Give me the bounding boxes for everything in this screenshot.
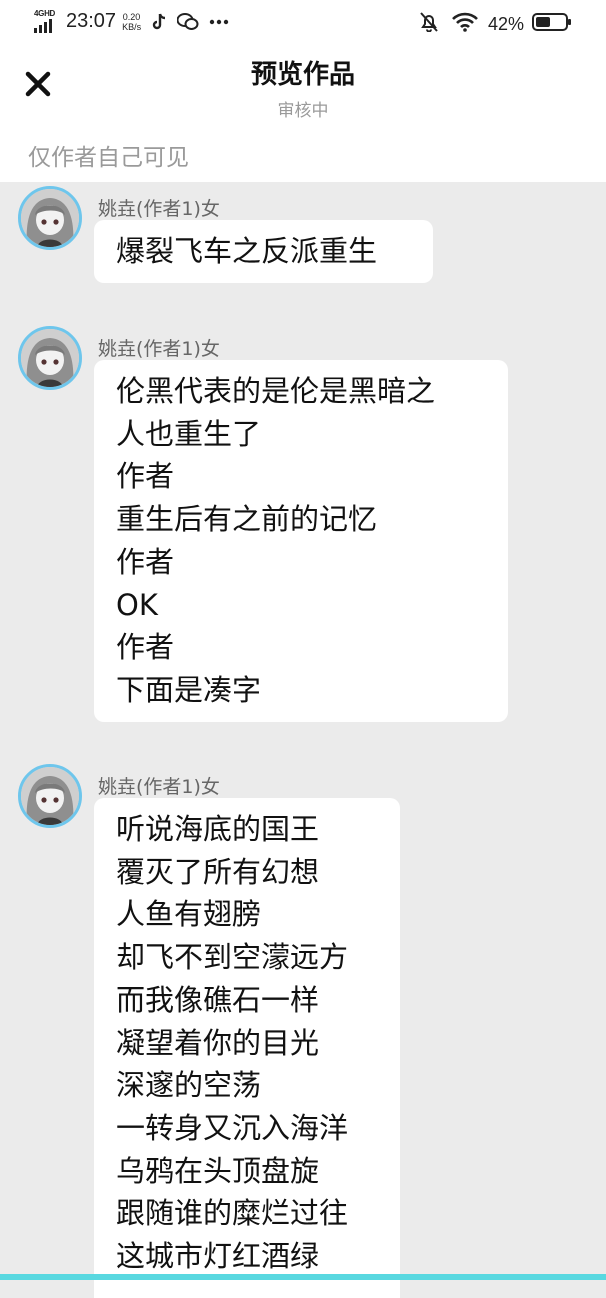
- mute-notification-icon: [420, 12, 438, 36]
- message-line: 却飞不到空濛远方: [116, 940, 349, 975]
- more-icon: [209, 19, 229, 25]
- message-line: 这城市灯红酒绿: [116, 1239, 320, 1274]
- message-line: 覆灭了所有幻想: [116, 854, 320, 889]
- author-name: 姚垚(作者1)女: [98, 198, 220, 220]
- message-line: 人鱼有翅膀: [116, 897, 262, 932]
- wifi-icon: [452, 12, 478, 36]
- message-line: 作者: [116, 630, 175, 665]
- status-time: 23:07: [66, 10, 117, 32]
- battery-icon: [532, 12, 572, 36]
- message-line: 人也重生了: [116, 416, 262, 451]
- message-line: 爆裂飞车之反派重生: [116, 234, 378, 268]
- message-line: 作者: [116, 459, 175, 494]
- message-line: 伦黑代表的是伦是黑暗之: [116, 374, 436, 408]
- message-line: 作者: [116, 544, 175, 579]
- network-speed-value: 0.20: [122, 11, 141, 22]
- app-header: 预览作品 审核中 仅作者自己可见: [0, 46, 606, 182]
- message-line: 凝望着你的目光: [116, 1025, 320, 1060]
- status-right: 42%: [420, 12, 572, 36]
- signal-icon: 4GHD: [34, 8, 60, 33]
- message-line: 深邃的空荡: [116, 1068, 262, 1103]
- tiktok-icon: [151, 13, 167, 31]
- network-speed-unit: KB/s: [122, 21, 142, 32]
- message-line: 下面是凑字: [116, 672, 262, 707]
- author-name: 姚垚(作者1)女: [98, 776, 220, 798]
- message-line: 而我像礁石一样: [116, 982, 320, 1017]
- network-type: 4GHD: [34, 8, 56, 18]
- bottom-accent-bar: [0, 1274, 606, 1280]
- network-speed: 0.20 KB/s: [122, 12, 141, 32]
- message-bubble: 听说海底的国王 覆灭了所有幻想 人鱼有翅膀 却飞不到空濛远方 而我像礁石一样 凝…: [94, 798, 400, 1298]
- message-bubble: 伦黑代表的是伦是黑暗之 人也重生了 作者 重生后有之前的记忆 作者 OK 作者 …: [94, 360, 508, 722]
- visibility-note: 仅作者自己可见: [28, 145, 189, 171]
- avatar[interactable]: [18, 764, 82, 828]
- battery-percent: 42%: [487, 13, 524, 34]
- avatar[interactable]: [18, 186, 82, 250]
- page-title: 预览作品: [250, 60, 355, 90]
- wechat-icon: [177, 12, 199, 31]
- status-bar: 4GHD 23:07 0.20 KB/s 42%: [0, 0, 606, 46]
- message-line: 一转身又沉入海洋: [116, 1110, 349, 1145]
- message-line: 乌鸦在头顶盘旋: [116, 1153, 320, 1188]
- message-bubble: 爆裂飞车之反派重生: [94, 220, 433, 283]
- message-line: OK: [116, 587, 158, 622]
- author-name: 姚垚(作者1)女: [98, 338, 220, 360]
- status-left: 4GHD 23:07 0.20 KB/s: [34, 8, 229, 33]
- avatar[interactable]: [18, 326, 82, 390]
- message-line: 听说海底的国王: [116, 812, 320, 846]
- review-status: 审核中: [277, 101, 329, 121]
- message-line: 重生后有之前的记忆: [116, 502, 378, 537]
- message-line: 跟随谁的糜烂过往: [116, 1196, 349, 1231]
